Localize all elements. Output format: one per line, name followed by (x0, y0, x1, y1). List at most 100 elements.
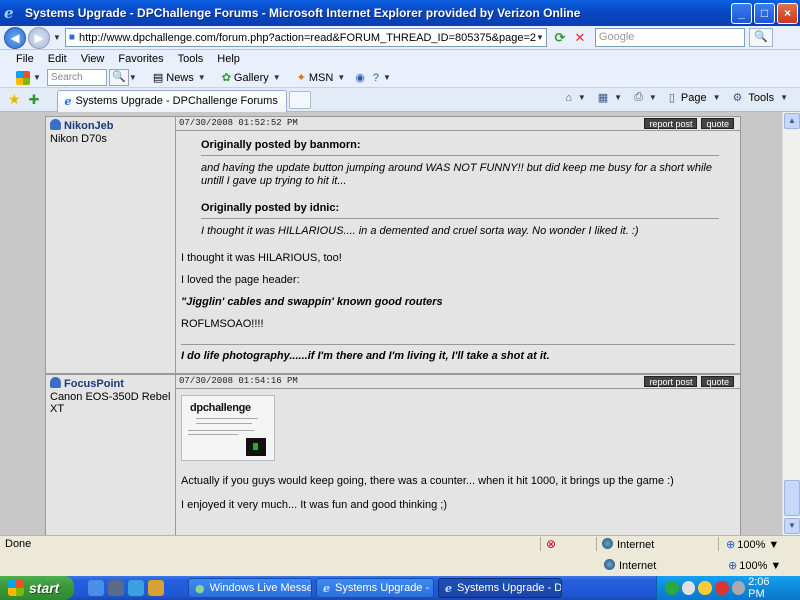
scroll-up-arrow-icon[interactable]: ▲ (784, 113, 800, 129)
zoom-level[interactable]: ⊕ 100% ▼ (726, 538, 779, 551)
security-tray-icon[interactable] (698, 581, 712, 595)
help-icon[interactable]: ? (373, 72, 379, 84)
task-systems-upgrade-2[interactable]: e Systems Upgrade - D... (438, 578, 562, 598)
username-link[interactable]: FocusPoint (64, 378, 124, 390)
quote-header: Originally posted by banmorn: (201, 139, 361, 151)
forum-post: NikonJeb Nikon D70s 07/30/2008 01:52:52 … (45, 116, 741, 374)
start-label: start (29, 580, 60, 596)
live-toolbar: ▼ Search web... 🔍 ▼ ▤ News ▼ ✿ Gallery ▼… (0, 68, 800, 98)
post-paragraph: I enjoyed it very much... It was fun and… (181, 499, 447, 511)
messenger-task-icon: ● (195, 581, 205, 595)
volume-tray-icon[interactable] (731, 581, 746, 595)
messenger-tray-icon[interactable] (665, 581, 679, 595)
quote-text: and having the update button jumping aro… (201, 162, 712, 187)
scroll-down-arrow-icon[interactable]: ▼ (784, 518, 800, 534)
windows-live-icon[interactable] (16, 70, 30, 85)
task-systems-upgrade-1[interactable]: e Systems Upgrade - D... (316, 578, 434, 598)
image-line (196, 418, 258, 419)
page-menu[interactable]: Page (681, 92, 707, 104)
report-post-button[interactable]: report post (644, 118, 698, 129)
gallery-button[interactable]: ✿ Gallery ▼ (222, 71, 287, 85)
globe-icon (604, 559, 615, 570)
live-search-input[interactable]: Search web... (46, 69, 107, 98)
refresh-icon[interactable]: ⟳ (551, 29, 569, 47)
msn-label: MSN (308, 71, 334, 84)
tools-dropdown-icon[interactable]: ▼ (780, 93, 788, 102)
quote-button[interactable]: quote (701, 376, 734, 387)
post-timestamp: 07/30/2008 01:54:16 PM (179, 376, 298, 386)
report-post-button[interactable]: report post (644, 376, 698, 387)
help-dropdown-icon[interactable]: ▼ (383, 73, 391, 82)
new-tab-button[interactable] (289, 90, 312, 109)
menu-file[interactable]: File (16, 53, 34, 65)
tab-systems-upgrade[interactable]: e Systems Upgrade - DPChallenge Forums (57, 89, 288, 112)
feeds-icon[interactable]: ▦ (598, 91, 608, 104)
ie-quicklaunch-icon[interactable] (88, 580, 104, 596)
status-separator (596, 537, 597, 551)
scrollbar-thumb[interactable] (784, 480, 800, 516)
tools-menu[interactable]: Tools (748, 92, 774, 104)
task-label: Systems Upgrade - D... (457, 582, 562, 594)
stop-icon[interactable]: ✕ (571, 29, 589, 47)
post-image[interactable]: dpchallenge (181, 395, 275, 461)
tab-row: ★ ✚ e Systems Upgrade - DPChallenge Foru… (0, 88, 800, 112)
news-button[interactable]: ▤ News ▼ (153, 71, 212, 85)
menu-favorites[interactable]: Favorites (118, 53, 163, 65)
minimize-button[interactable]: _ (731, 3, 752, 24)
search-input[interactable]: Google (594, 28, 745, 47)
close-button[interactable]: × (777, 3, 798, 24)
zoom-icon: ⊕ (726, 539, 736, 551)
menu-help[interactable]: Help (217, 53, 240, 65)
menu-tools[interactable]: Tools (178, 53, 204, 65)
home-dropdown-icon[interactable]: ▼ (578, 93, 586, 102)
live-dropdown-icon[interactable]: ▼ (33, 73, 41, 82)
zone-label: Internet (619, 560, 657, 572)
ie-logo-icon: e (4, 4, 14, 22)
address-dropdown-icon[interactable]: ▼ (536, 33, 544, 42)
media-quicklaunch-icon[interactable] (108, 580, 124, 596)
zoom-icon: ⊕ (728, 560, 738, 572)
alert-tray-icon[interactable] (714, 581, 729, 595)
signature-divider (181, 344, 735, 345)
username-link[interactable]: NikonJeb (64, 120, 114, 132)
zoom-level[interactable]: ⊕ 100% ▼ (728, 559, 781, 572)
page-dropdown-icon[interactable]: ▼ (713, 93, 721, 102)
desktop-quicklaunch-icon[interactable] (128, 580, 144, 596)
ie-tab-icon: e (64, 94, 72, 108)
menu-edit[interactable]: Edit (48, 53, 67, 65)
print-icon[interactable]: ⎙ (634, 91, 643, 104)
vertical-scrollbar[interactable]: ▲ ▼ (782, 112, 800, 535)
post-body: 07/30/2008 01:54:16 PM report post quote… (176, 375, 740, 535)
post-header: 07/30/2008 01:52:52 PM report post quote (176, 117, 740, 131)
print-dropdown-icon[interactable]: ▼ (649, 93, 657, 102)
task-windows-live-messenger[interactable]: ● Windows Live Messen... (188, 578, 312, 598)
system-tray: 2:06 PM (656, 576, 800, 600)
gallery-dropdown-icon[interactable]: ▼ (273, 73, 281, 82)
search-button[interactable]: 🔍 (748, 28, 773, 47)
title-bar: e Systems Upgrade - DPChallenge Forums -… (0, 0, 800, 26)
msn-button[interactable]: ✦ MSN ▼ (297, 71, 352, 85)
folder-quicklaunch-icon[interactable] (148, 580, 164, 596)
home-icon[interactable]: ⌂ (565, 92, 572, 104)
menu-view[interactable]: View (81, 53, 105, 65)
post-paragraph: I thought it was HILARIOUS, too! (181, 252, 342, 264)
msn-dropdown-icon[interactable]: ▼ (337, 73, 345, 82)
maximize-button[interactable]: □ (754, 3, 775, 24)
feeds-dropdown-icon[interactable]: ▼ (614, 93, 622, 102)
live-search-button[interactable]: 🔍 (108, 69, 129, 86)
favorites-star-icon[interactable]: ★ (8, 91, 21, 108)
address-field[interactable]: ■ http://www.dpchallenge.com/forum.php?a… (64, 28, 547, 47)
recent-pages-dropdown[interactable]: ▼ (53, 33, 61, 42)
live-search-dropdown-icon[interactable]: ▼ (129, 73, 137, 82)
quote-button[interactable]: quote (701, 118, 734, 129)
news-dropdown-icon[interactable]: ▼ (198, 73, 206, 82)
add-favorites-icon[interactable]: ✚ (29, 92, 40, 108)
network-tray-icon[interactable] (681, 581, 696, 595)
start-button[interactable]: start (0, 576, 74, 600)
back-button[interactable]: ◀ (4, 26, 26, 49)
task-label: Systems Upgrade - D... (335, 582, 433, 594)
user-camera: Canon EOS-350D Rebel XT (50, 391, 171, 415)
popup-blocker-icon[interactable]: ⊗ (546, 537, 556, 551)
forward-button[interactable]: ▶ (28, 26, 50, 49)
messenger-icon[interactable]: ◉ (355, 71, 365, 84)
